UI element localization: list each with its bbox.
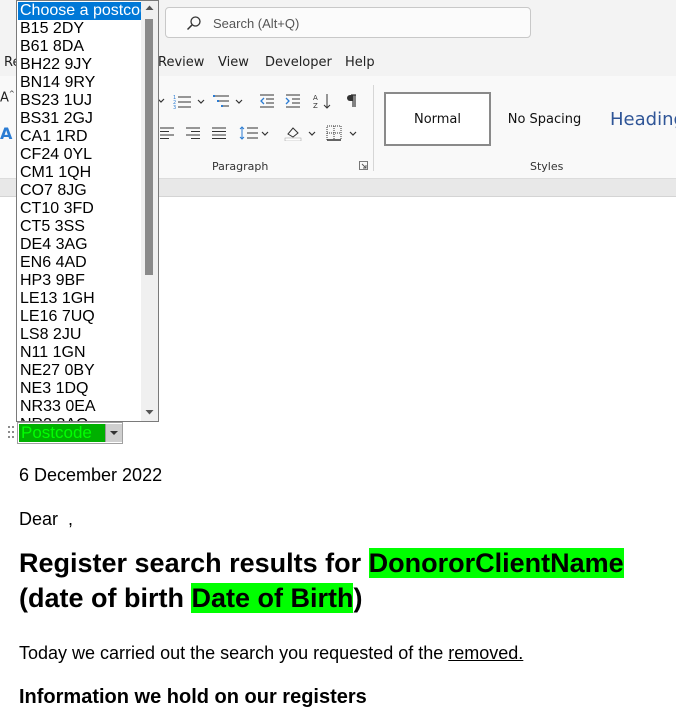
dropdown-option[interactable]: N11 1GN bbox=[18, 344, 141, 362]
tab-view[interactable]: View bbox=[218, 55, 249, 70]
dropdown-option[interactable]: BH22 9JY bbox=[18, 56, 141, 74]
dropdown-option[interactable]: NE27 0BY bbox=[18, 362, 141, 380]
dropdown-option[interactable]: LE13 1GH bbox=[18, 290, 141, 308]
removed-link[interactable]: removed. bbox=[448, 643, 523, 663]
tab-review[interactable]: Review bbox=[158, 55, 204, 70]
dropdown-option[interactable]: DE4 3AG bbox=[18, 236, 141, 254]
paragraph-text: Today we carried out the search you requ… bbox=[19, 643, 449, 663]
dropdown-option[interactable]: LS8 2JU bbox=[18, 326, 141, 344]
dropdown-option[interactable]: BS31 2GJ bbox=[18, 110, 141, 128]
scrollbar-thumb[interactable] bbox=[145, 19, 153, 275]
postcode-content-control[interactable]: Postcode bbox=[17, 422, 123, 444]
tab-help[interactable]: Help bbox=[345, 55, 375, 70]
style-heading-label: Heading bbox=[610, 108, 676, 130]
dropdown-option[interactable]: CO7 8JG bbox=[18, 182, 141, 200]
dropdown-scrollbar[interactable] bbox=[141, 1, 158, 421]
justify-icon[interactable] bbox=[210, 122, 228, 144]
styles-group-label: Styles bbox=[530, 160, 564, 173]
dropdown-option[interactable]: CA1 1RD bbox=[18, 128, 141, 146]
letter-heading-line2: (date of birth Date of Birth) bbox=[19, 583, 362, 614]
dropdown-option[interactable]: NE3 1DQ bbox=[18, 380, 141, 398]
style-normal-label: Normal bbox=[413, 111, 462, 127]
dropdown-option[interactable]: HP3 9BF bbox=[18, 272, 141, 290]
search-placeholder: Search (Alt+Q) bbox=[213, 16, 300, 31]
postcode-options: Choose a postcodeB15 2DYB61 8DABH22 9JYB… bbox=[18, 2, 141, 421]
scroll-up-arrow-icon[interactable] bbox=[144, 3, 155, 13]
style-heading[interactable]: Heading bbox=[598, 92, 676, 146]
chevron-down-icon bbox=[110, 431, 118, 435]
content-control-handle-icon[interactable] bbox=[7, 424, 15, 440]
grow-font-icon[interactable]: A^ bbox=[0, 90, 15, 105]
line-spacing-icon[interactable] bbox=[238, 122, 270, 144]
style-no-spacing[interactable]: No Spacing bbox=[491, 92, 598, 146]
dropdown-option[interactable]: CT10 3FD bbox=[18, 200, 141, 218]
scroll-down-arrow-icon[interactable] bbox=[144, 407, 155, 417]
dropdown-option[interactable]: EN6 4AD bbox=[18, 254, 141, 272]
postcode-dropdown-button[interactable] bbox=[105, 424, 122, 442]
align-left-icon[interactable] bbox=[158, 122, 176, 144]
show-formatting-icon[interactable] bbox=[341, 90, 361, 112]
svg-text:Z: Z bbox=[313, 102, 318, 109]
dropdown-option[interactable]: NR3 3AQ bbox=[18, 416, 141, 421]
letter-date: 6 December 2022 bbox=[19, 465, 163, 485]
paragraph-launcher-icon[interactable] bbox=[359, 161, 368, 170]
decrease-indent-icon[interactable] bbox=[257, 90, 277, 112]
search-box[interactable]: Search (Alt+Q) bbox=[165, 7, 531, 38]
style-normal[interactable]: Normal bbox=[384, 92, 491, 146]
dropdown-option[interactable]: BN14 9RY bbox=[18, 74, 141, 92]
dropdown-option[interactable]: CT5 3SS bbox=[18, 218, 141, 236]
postcode-field-value[interactable]: Postcode bbox=[19, 424, 105, 442]
style-no-spacing-label: No Spacing bbox=[507, 111, 582, 127]
dropdown-option[interactable]: LE16 7UQ bbox=[18, 308, 141, 326]
multilevel-list-icon[interactable] bbox=[213, 90, 245, 112]
ribbon-separator bbox=[373, 85, 374, 171]
heading-line2-suffix: ) bbox=[353, 583, 363, 613]
svg-text:3: 3 bbox=[173, 105, 176, 109]
dropdown-option[interactable]: B15 2DY bbox=[18, 20, 141, 38]
letter-greeting: Dear , bbox=[19, 509, 74, 529]
text-effects-icon[interactable]: A bbox=[0, 124, 12, 143]
dropdown-option[interactable]: B61 8DA bbox=[18, 38, 141, 56]
tab-developer[interactable]: Developer bbox=[265, 55, 332, 70]
dropdown-option-placeholder[interactable]: Choose a postcode bbox=[18, 2, 141, 20]
sort-icon[interactable]: AZ bbox=[311, 90, 333, 112]
dropdown-option[interactable]: CM1 1QH bbox=[18, 164, 141, 182]
shading-icon[interactable] bbox=[283, 122, 317, 144]
letter-heading-line1: Register search results for DonororClien… bbox=[19, 548, 624, 579]
dropdown-option[interactable]: CF24 0YL bbox=[18, 146, 141, 164]
date-of-birth-field[interactable]: Date of Birth bbox=[191, 583, 354, 613]
letter-paragraph: Today we carried out the search you requ… bbox=[19, 643, 523, 664]
heading-line1-prefix: Register search results for bbox=[19, 548, 369, 578]
paragraph-group-label: Paragraph bbox=[212, 160, 269, 173]
numbering-icon[interactable]: 1 2 3 bbox=[172, 90, 206, 112]
svg-text:A: A bbox=[313, 94, 318, 102]
align-right-icon[interactable] bbox=[184, 122, 202, 144]
postcode-dropdown-list[interactable]: Choose a postcodeB15 2DYB61 8DABH22 9JYB… bbox=[16, 0, 159, 422]
donor-client-name-field[interactable]: DonororClientName bbox=[368, 548, 624, 578]
search-icon bbox=[186, 16, 201, 31]
dropdown-option[interactable]: BS23 1UJ bbox=[18, 92, 141, 110]
borders-icon[interactable] bbox=[324, 122, 358, 144]
dropdown-option[interactable]: NR33 0EA bbox=[18, 398, 141, 416]
increase-indent-icon[interactable] bbox=[283, 90, 303, 112]
heading-line2-prefix: (date of birth bbox=[19, 583, 192, 613]
